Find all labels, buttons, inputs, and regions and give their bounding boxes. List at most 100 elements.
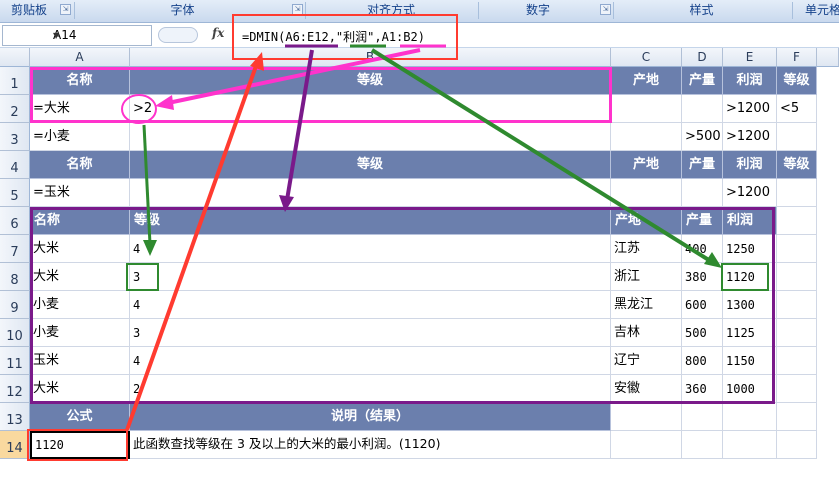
row-header-8[interactable]: 8 (0, 263, 30, 291)
cell-a5[interactable]: =玉米 (30, 179, 130, 207)
table-row-cell[interactable]: 4 (130, 235, 611, 263)
cell-e5[interactable]: >1200 (723, 179, 777, 207)
table-row-cell[interactable]: 1250 (723, 235, 777, 263)
ribbon-group-clipboard[interactable]: 剪贴板 (0, 0, 58, 20)
table-row-cell[interactable]: 吉林 (611, 319, 682, 347)
cell-d14[interactable] (682, 431, 723, 459)
cell-f4[interactable]: 等级 (777, 151, 817, 179)
table-row-cell[interactable]: 1300 (723, 291, 777, 319)
column-header-c[interactable]: C (611, 48, 682, 67)
cell-b14[interactable]: 此函数查找等级在 3 及以上的大米的最小利润。(1120) (130, 431, 611, 459)
cell-f10[interactable] (777, 319, 817, 347)
table-row-cell[interactable]: 大米 (30, 263, 130, 291)
cell-d4[interactable]: 产量 (682, 151, 723, 179)
cell-f2[interactable]: <5 (777, 95, 817, 123)
chevron-down-icon[interactable]: ▼ (53, 26, 147, 45)
row-header-2[interactable]: 2 (0, 95, 30, 123)
formula-input[interactable]: =DMIN(A6:E12,"利润",A1:B2) (242, 28, 425, 45)
cell-b6[interactable]: 等级 (130, 207, 611, 235)
cell-c5[interactable] (611, 179, 682, 207)
cell-d13[interactable] (682, 403, 723, 431)
cell-f11[interactable] (777, 347, 817, 375)
cell-f13[interactable] (777, 403, 817, 431)
table-row-cell[interactable]: 4 (130, 347, 611, 375)
table-row-cell[interactable]: 1125 (723, 319, 777, 347)
table-row-cell[interactable]: 400 (682, 235, 723, 263)
cell-f8[interactable] (777, 263, 817, 291)
table-row-cell[interactable]: 360 (682, 375, 723, 403)
cell-f3[interactable] (777, 123, 817, 151)
number-launcher-icon[interactable]: ⇲ (600, 4, 611, 15)
table-row-cell[interactable]: 江苏 (611, 235, 682, 263)
cell-c13[interactable] (611, 403, 682, 431)
row-header-10[interactable]: 10 (0, 319, 30, 347)
ribbon-group-alignment[interactable]: 对齐方式 (306, 0, 476, 20)
cell-b3[interactable] (130, 123, 611, 151)
cell-e13[interactable] (723, 403, 777, 431)
ribbon-group-number[interactable]: 数字 (479, 0, 597, 20)
cell-a3[interactable]: =小麦 (30, 123, 130, 151)
table-row-cell[interactable]: 2 (130, 375, 611, 403)
cell-b1[interactable]: 等级 (130, 67, 611, 95)
cell-c2[interactable] (611, 95, 682, 123)
table-row-cell[interactable]: 玉米 (30, 347, 130, 375)
cell-f12[interactable] (777, 375, 817, 403)
cell-f9[interactable] (777, 291, 817, 319)
column-header-f[interactable]: F (777, 48, 817, 67)
table-row-cell[interactable]: 500 (682, 319, 723, 347)
cell-e6[interactable]: 利润 (723, 207, 777, 235)
cell-e1[interactable]: 利润 (723, 67, 777, 95)
cell-e3[interactable]: >1200 (723, 123, 777, 151)
cell-d2[interactable] (682, 95, 723, 123)
table-row-cell[interactable]: 1150 (723, 347, 777, 375)
cell-e2[interactable]: >1200 (723, 95, 777, 123)
cell-c3[interactable] (611, 123, 682, 151)
cell-f14[interactable] (777, 431, 817, 459)
table-row-cell[interactable]: 380 (682, 263, 723, 291)
table-row-cell[interactable]: 黑龙江 (611, 291, 682, 319)
row-header-7[interactable]: 7 (0, 235, 30, 263)
formula-bar-splitter[interactable] (158, 27, 198, 43)
row-header-14[interactable]: 14 (0, 431, 30, 459)
cell-a2[interactable]: =大米 (30, 95, 130, 123)
cell-b13[interactable]: 说明（结果） (130, 403, 611, 431)
row-header-6[interactable]: 6 (0, 207, 30, 235)
table-row-cell[interactable]: 辽宁 (611, 347, 682, 375)
row-header-4[interactable]: 4 (0, 151, 30, 179)
cell-d6[interactable]: 产量 (682, 207, 723, 235)
cell-b2[interactable]: >2 (130, 95, 611, 123)
cell-a13[interactable]: 公式 (30, 403, 130, 431)
cell-f6[interactable] (777, 207, 817, 235)
column-header-d[interactable]: D (682, 48, 723, 67)
cell-d3[interactable]: >500 (682, 123, 723, 151)
cell-a4[interactable]: 名称 (30, 151, 130, 179)
column-header-e[interactable]: E (723, 48, 777, 67)
table-row-cell[interactable]: 800 (682, 347, 723, 375)
ribbon-group-font[interactable]: 字体 (75, 0, 290, 20)
insert-function-icon[interactable]: fx (212, 26, 224, 40)
cell-e4[interactable]: 利润 (723, 151, 777, 179)
cell-d1[interactable]: 产量 (682, 67, 723, 95)
table-row-cell[interactable]: 浙江 (611, 263, 682, 291)
table-row-cell[interactable]: 3 (130, 263, 611, 291)
cell-e14[interactable] (723, 431, 777, 459)
cell-b5[interactable] (130, 179, 611, 207)
cell-c1[interactable]: 产地 (611, 67, 682, 95)
table-row-cell[interactable]: 小麦 (30, 291, 130, 319)
table-row-cell[interactable]: 大米 (30, 235, 130, 263)
row-header-1[interactable]: 1 (0, 67, 30, 95)
table-row-cell[interactable]: 3 (130, 319, 611, 347)
clipboard-launcher-icon[interactable]: ⇲ (60, 4, 71, 15)
row-header-13[interactable]: 13 (0, 403, 30, 431)
cell-f7[interactable] (777, 235, 817, 263)
name-box[interactable]: A14 ▼ (2, 25, 152, 46)
row-header-3[interactable]: 3 (0, 123, 30, 151)
table-row-cell[interactable]: 安徽 (611, 375, 682, 403)
table-row-cell[interactable]: 4 (130, 291, 611, 319)
table-row-cell[interactable]: 600 (682, 291, 723, 319)
row-header-11[interactable]: 11 (0, 347, 30, 375)
cell-b4[interactable]: 等级 (130, 151, 611, 179)
column-header-b[interactable]: B (130, 48, 611, 67)
font-launcher-icon[interactable]: ⇲ (292, 4, 303, 15)
row-header-5[interactable]: 5 (0, 179, 30, 207)
